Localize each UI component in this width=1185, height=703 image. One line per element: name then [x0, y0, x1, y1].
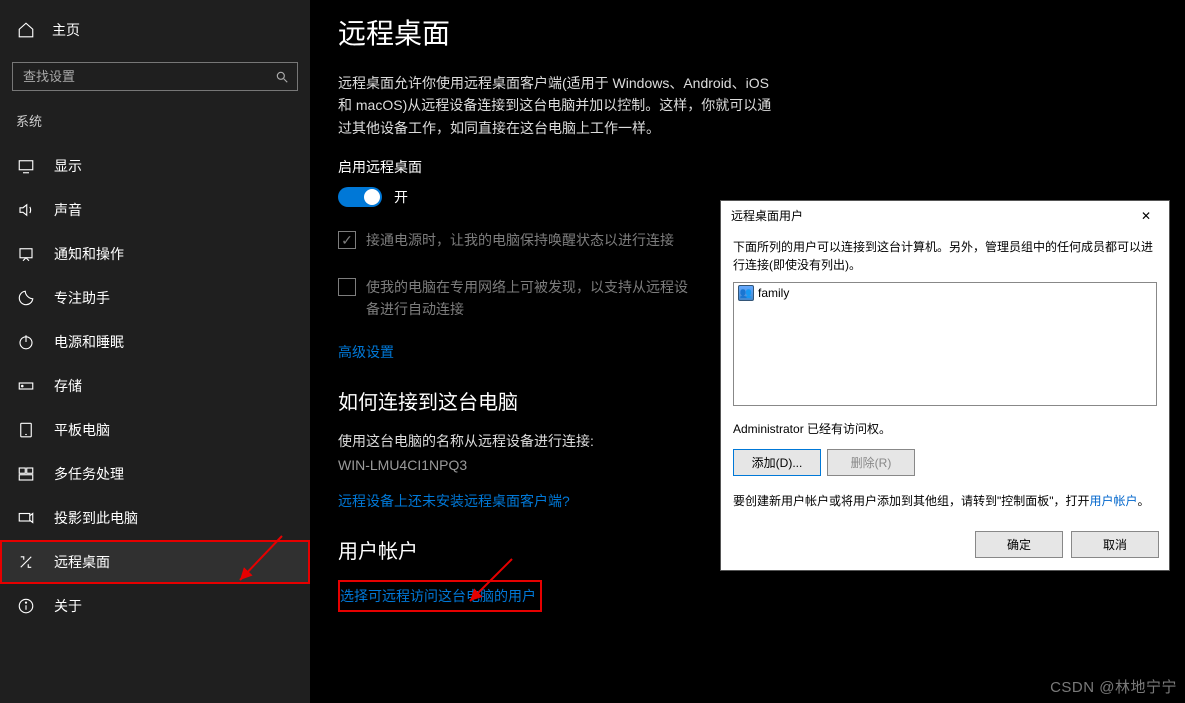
sidebar-item-remote-desktop[interactable]: 远程桌面	[0, 540, 310, 584]
keep-awake-checkbox[interactable]: 接通电源时，让我的电脑保持唤醒状态以进行连接	[338, 229, 698, 251]
toggle-state-label: 开	[394, 187, 408, 207]
sidebar-item-label: 声音	[54, 200, 82, 220]
storage-icon	[16, 376, 36, 396]
home-icon	[16, 20, 36, 40]
user-name: family	[758, 286, 789, 300]
project-icon	[16, 508, 36, 528]
sidebar-item-label: 通知和操作	[54, 244, 124, 264]
multitask-icon	[16, 464, 36, 484]
sidebar-item-sound[interactable]: 声音	[0, 188, 310, 232]
user-list[interactable]: 👥 family	[733, 282, 1157, 406]
sidebar-item-power[interactable]: 电源和睡眠	[0, 320, 310, 364]
cancel-button[interactable]: 取消	[1071, 531, 1159, 558]
enable-rdp-label: 启用远程桌面	[338, 157, 1185, 177]
sidebar-item-label: 存储	[54, 376, 82, 396]
sidebar-item-label: 电源和睡眠	[54, 332, 124, 352]
watermark: CSDN @林地宁宁	[1050, 676, 1177, 697]
page-title: 远程桌面	[338, 12, 1185, 52]
sidebar-item-label: 专注助手	[54, 288, 110, 308]
dialog-description: 下面所列的用户可以连接到这台计算机。另外，管理员组中的任何成员都可以进行连接(即…	[733, 238, 1157, 274]
sidebar-item-multitask[interactable]: 多任务处理	[0, 452, 310, 496]
settings-sidebar: 主页 系统 显示 声音 通知和操作 专注助手	[0, 0, 310, 703]
sidebar-item-project[interactable]: 投影到此电脑	[0, 496, 310, 540]
sidebar-item-display[interactable]: 显示	[0, 144, 310, 188]
category-system: 系统	[0, 105, 310, 144]
search-icon	[275, 70, 289, 84]
ok-button[interactable]: 确定	[975, 531, 1063, 558]
sidebar-item-label: 关于	[54, 596, 82, 616]
focus-icon	[16, 288, 36, 308]
about-icon	[16, 596, 36, 616]
sidebar-item-focus[interactable]: 专注助手	[0, 276, 310, 320]
notifications-icon	[16, 244, 36, 264]
sidebar-item-notifications[interactable]: 通知和操作	[0, 232, 310, 276]
close-icon[interactable]: ✕	[1131, 209, 1161, 223]
sidebar-item-label: 多任务处理	[54, 464, 124, 484]
sidebar-item-label: 显示	[54, 156, 82, 176]
checkbox-icon	[338, 231, 356, 249]
sidebar-item-tablet[interactable]: 平板电脑	[0, 408, 310, 452]
dialog-title: 远程桌面用户	[731, 207, 803, 224]
keep-awake-label: 接通电源时，让我的电脑保持唤醒状态以进行连接	[366, 229, 674, 251]
power-icon	[16, 332, 36, 352]
remote-desktop-icon	[16, 552, 36, 572]
sidebar-item-label: 投影到此电脑	[54, 508, 138, 528]
sound-icon	[16, 200, 36, 220]
settings-nav: 显示 声音 通知和操作 专注助手 电源和睡眠 存储	[0, 144, 310, 628]
select-users-link[interactable]: 选择可远程访问这台电脑的用户	[340, 588, 536, 604]
discoverable-checkbox[interactable]: 使我的电脑在专用网络上可被发现，以支持从远程设备进行自动连接	[338, 276, 698, 321]
sidebar-item-storage[interactable]: 存储	[0, 364, 310, 408]
sidebar-item-about[interactable]: 关于	[0, 584, 310, 628]
admin-access-note: Administrator 已经有访问权。	[733, 420, 1157, 437]
page-description: 远程桌面允许你使用远程桌面客户端(适用于 Windows、Android、iOS…	[338, 72, 778, 139]
search-box[interactable]	[12, 62, 298, 91]
user-icon: 👥	[738, 285, 754, 301]
home-label: 主页	[52, 20, 80, 40]
sidebar-item-label: 平板电脑	[54, 420, 110, 440]
create-user-note: 要创建新用户帐户或将用户添加到其他组，请转到"控制面板"，打开用户帐户。	[733, 492, 1157, 511]
remote-desktop-users-dialog: 远程桌面用户 ✕ 下面所列的用户可以连接到这台计算机。另外，管理员组中的任何成员…	[720, 200, 1170, 571]
tablet-icon	[16, 420, 36, 440]
home-row[interactable]: 主页	[0, 12, 310, 48]
enable-rdp-toggle[interactable]	[338, 187, 382, 207]
checkbox-icon	[338, 278, 356, 296]
sidebar-item-label: 远程桌面	[54, 552, 110, 572]
list-item[interactable]: 👥 family	[736, 285, 1154, 301]
search-input[interactable]	[13, 63, 297, 90]
dialog-titlebar: 远程桌面用户 ✕	[721, 201, 1169, 230]
remove-button[interactable]: 删除(R)	[827, 449, 915, 476]
user-accounts-link[interactable]: 用户帐户	[1090, 494, 1138, 508]
add-button[interactable]: 添加(D)...	[733, 449, 821, 476]
display-icon	[16, 156, 36, 176]
discoverable-label: 使我的电脑在专用网络上可被发现，以支持从远程设备进行自动连接	[366, 276, 698, 321]
